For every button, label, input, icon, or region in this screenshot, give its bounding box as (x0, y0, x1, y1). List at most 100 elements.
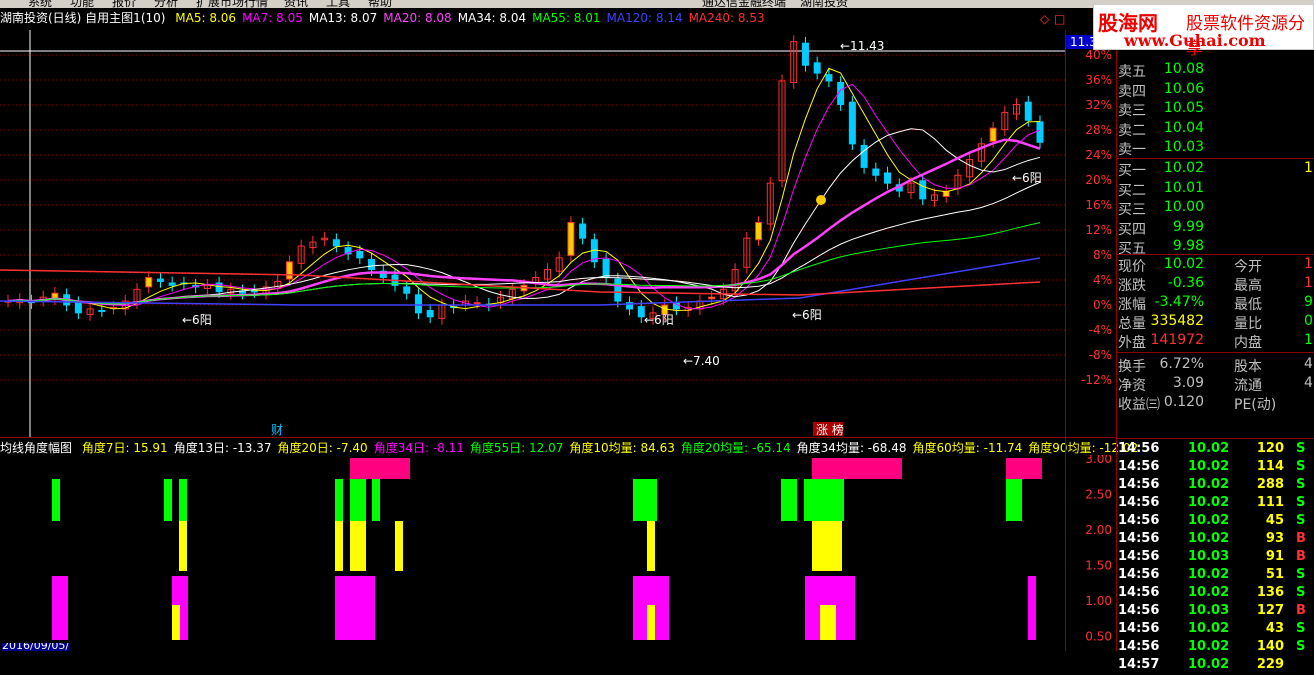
low-price-label: ←7.40 (683, 354, 720, 368)
indicator-bar (395, 521, 403, 571)
candle-body (919, 180, 927, 200)
menu-quote[interactable]: 报价 (112, 0, 136, 8)
tick-row: 14:56 10.02 51 S (1118, 567, 1306, 582)
indicator-bar (1028, 576, 1036, 640)
date-label: 2016/09/05/ (2, 643, 70, 651)
quote-panel: 卖五 10.08 卖四 10.06 卖三 10.05 卖二 10.04 卖一 10.03 买一 10.… (1116, 30, 1314, 672)
candle-body (884, 172, 892, 184)
tick-row: 14:56 10.02 43 S (1118, 621, 1306, 636)
diamond-icon[interactable]: ◇ (1040, 12, 1049, 26)
indicator-bar (812, 458, 902, 479)
high-price-label: ←11.43 (840, 39, 884, 53)
indicator-header: 均线角度幅图 角度7日: 15.91 角度13日: -13.37 角度20日: -7… (0, 439, 1138, 455)
stat-row: 总量 335482 量比 0 (1118, 313, 1313, 332)
app-title: 通达信金融终端 (702, 0, 787, 8)
candle-body (989, 127, 997, 142)
menu-help[interactable]: 帮助 (368, 0, 392, 8)
price-axis-label: 20% (1085, 173, 1112, 187)
yang-marker: ←6阳 (792, 308, 822, 322)
candle-body (403, 286, 411, 294)
stat-row: 涨跌-0.36最高10 (1118, 275, 1314, 294)
sell-level-5: 卖五 10.08 (1118, 61, 1204, 80)
indicator-bar (781, 479, 797, 521)
buy-level-1: 买一 10.02 1 (1118, 160, 1313, 179)
indicator-value-4: 角度55日: 12.07 (469, 441, 564, 455)
indicator-bar (179, 479, 187, 521)
candle-body (356, 251, 364, 259)
price-axis-label: 8% (1093, 248, 1112, 262)
indicator-bar (647, 605, 655, 640)
price-axis-label: 4% (1093, 273, 1112, 287)
tick-row: 14:56 10.02 136 S (1118, 585, 1306, 600)
price-axis-label: 24% (1085, 148, 1112, 162)
candle-body (801, 42, 809, 66)
indicator-bar (335, 521, 343, 571)
ma-value-6: MA120: 8.14 (606, 11, 683, 25)
indicator-value-0: 角度7日: 15.91 (81, 441, 168, 455)
indicator-bar (172, 605, 180, 640)
price-chart[interactable]: 40% 36% 32% 28% 24% 20% 16% 12% 8% 4% 0% -4% -8% -12%… (0, 30, 1116, 438)
candle-body (285, 261, 293, 280)
finance-marker: 财 (271, 423, 283, 437)
ma-value-5: MA55: 8.01 (532, 11, 601, 25)
sell-level-2: 卖二 10.04 (1118, 119, 1204, 139)
indicator-bar (647, 521, 655, 571)
menu-function[interactable]: 功能 (70, 0, 94, 8)
ma240-line (0, 269, 1041, 296)
stat-row: 换手6.72%股本4.9 (1118, 356, 1314, 375)
candle-body (813, 62, 821, 74)
indicator-axis-label: 1.00 (1085, 594, 1112, 608)
price-axis-label: 36% (1085, 73, 1112, 87)
candle-body (1024, 101, 1032, 121)
ma-value-0: MA5: 8.06 (175, 11, 237, 25)
tick-row: 14:56 10.03 91 B (1118, 549, 1306, 564)
indicator-chart[interactable]: 3.00 2.50 2.00 1.50 1.00 0.50 (0, 455, 1116, 643)
ma-line (7, 83, 1041, 310)
candle-body (579, 223, 587, 239)
ma-value-3: MA20: 8.08 (383, 11, 452, 25)
indicator-value-7: 角度34均量: -68.48 (796, 441, 907, 455)
indicator-bar (812, 521, 842, 571)
indicator-value-6: 角度20均量: -65.14 (680, 441, 791, 455)
indicator-bar (804, 479, 844, 521)
menu-news[interactable]: 资讯 (284, 0, 308, 8)
menu-extended-market[interactable]: 扩展市场行情 (196, 0, 268, 8)
indicator-bar (350, 521, 366, 571)
close-panel-icon[interactable]: □ (1054, 12, 1065, 26)
indicator-bar (52, 479, 60, 521)
indicator-bar (335, 576, 375, 640)
tick-row: 14:56 10.03 127 B (1118, 603, 1306, 618)
ma-value-7: MA240: 8.53 (688, 11, 765, 25)
indicator-bar (164, 479, 172, 521)
price-axis-label: 28% (1085, 123, 1112, 137)
indicator-axis-label: 0.50 (1085, 630, 1112, 644)
candle-body (1036, 121, 1044, 143)
coin-icon (816, 195, 826, 205)
tick-row: 14:56 10.02 140 S (1118, 639, 1306, 654)
stat-row: 涨幅 -3.47% 最低 9 (1118, 294, 1313, 313)
tick-row: 14:57 10.02 229 (1118, 657, 1284, 672)
menu-analysis[interactable]: 分析 (154, 0, 178, 8)
candle-body (602, 258, 610, 278)
menu-system[interactable]: 系统 (28, 0, 52, 8)
candle-body (848, 101, 856, 145)
tick-row: 14:56 10.02 288 S (1118, 477, 1306, 492)
indicator-bar (350, 479, 366, 521)
candle-body (156, 278, 164, 282)
yang-marker: ←6阳 (644, 313, 674, 327)
candle-body (426, 310, 434, 318)
indicator-bar (820, 605, 836, 640)
sell-level-1: 卖一 10.03 (1118, 139, 1204, 159)
indicator-bar (372, 479, 380, 521)
indicator-axis-label: 1.50 (1085, 559, 1112, 573)
candle-body (872, 168, 880, 176)
ma-value-2: MA13: 8.07 (308, 11, 378, 25)
yang-marker: ←6阳 (1012, 171, 1042, 185)
candle-body (614, 278, 622, 302)
menu-tools[interactable]: 工具 (326, 0, 350, 8)
stock-name-title: 湖南投资 (800, 0, 849, 8)
sell-level-4: 卖四 10.06 (1118, 80, 1204, 100)
indicator-bar (1006, 479, 1022, 521)
main-chart-header: 湖南投资(日线) 自用主图1(10) MA5: 8.06 MA7: 8.05 MA1… (0, 9, 1065, 29)
price-axis-label: 40% (1085, 48, 1112, 62)
